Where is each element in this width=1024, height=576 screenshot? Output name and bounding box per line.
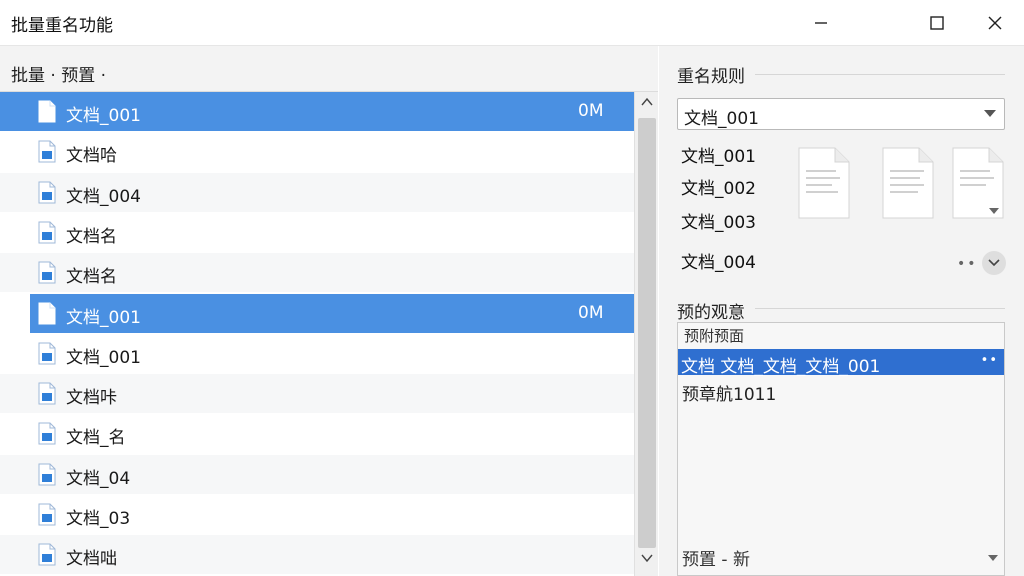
- file-list[interactable]: 文档_001 0M 文档哈 文档_004 文档名 文档名 文档_001 0M 文档_001 文档咔…: [0, 92, 634, 576]
- rule-section-divider: [755, 74, 1005, 75]
- file-name: 文档_名: [66, 428, 126, 448]
- file-icon: [38, 302, 56, 325]
- file-name: 文档_001: [66, 348, 141, 368]
- chevron-down-icon: [988, 259, 1000, 267]
- file-list-header: 批量 · 预置 ·: [0, 46, 658, 92]
- file-name: 文档名: [66, 227, 117, 247]
- sample-name-4: 文档_004: [681, 253, 756, 273]
- file-name: 文档咄: [66, 549, 117, 569]
- document-thumbnail-icon[interactable]: [881, 146, 935, 220]
- file-row[interactable]: 文档_004: [0, 173, 634, 212]
- preview-section-title: 预的观意: [677, 303, 745, 323]
- file-name: 文档_04: [66, 469, 131, 489]
- file-row[interactable]: 文档名: [0, 213, 634, 252]
- file-row[interactable]: 文档名: [0, 253, 634, 292]
- chevron-down-icon: [984, 110, 996, 117]
- file-name: 文档名: [66, 267, 117, 287]
- rename-settings-panel: 重名规则 文档_001 文档_001 文档_002 文档_003 文档_004 …: [659, 46, 1024, 576]
- rule-combo-value: 文档_001: [684, 109, 759, 129]
- file-list-header-label: 批量 · 预置 ·: [11, 66, 107, 86]
- more-dots: ••: [957, 256, 978, 272]
- file-row[interactable]: 文档_04: [0, 455, 634, 494]
- file-icon: [38, 261, 56, 284]
- file-icon: [38, 221, 56, 244]
- document-thumbnail-icon[interactable]: [951, 146, 1005, 220]
- file-icon: [38, 181, 56, 204]
- minimize-button[interactable]: [792, 0, 850, 46]
- preview-item[interactable]: 预章航1011: [682, 380, 776, 405]
- rule-combo[interactable]: 文档_001: [677, 98, 1005, 130]
- document-thumbnail-icon[interactable]: [797, 146, 851, 220]
- file-row[interactable]: 文档_名: [0, 414, 634, 453]
- scroll-thumb[interactable]: [638, 118, 656, 548]
- preview-selected-text: 文档 文档_文档_文档_001: [681, 357, 881, 377]
- close-icon: [988, 16, 1002, 30]
- sample-name-2: 文档_002: [681, 179, 756, 199]
- preview-section-divider: [755, 308, 1005, 309]
- file-icon: [38, 503, 56, 526]
- preview-selected-dots: ••: [980, 353, 998, 368]
- file-name: 文档_001: [66, 308, 141, 328]
- maximize-icon: [930, 16, 944, 30]
- file-icon: [38, 382, 56, 405]
- scroll-down-icon[interactable]: [639, 552, 655, 568]
- file-row[interactable]: 文档哈: [0, 132, 634, 171]
- file-name: 文档咔: [66, 388, 117, 408]
- preview-selected-item[interactable]: 文档 文档_文档_文档_001 ••: [678, 349, 1004, 377]
- file-size: 0M: [578, 303, 604, 323]
- maximize-button[interactable]: [908, 0, 966, 46]
- file-size: 0M: [578, 101, 604, 121]
- file-name: 文档_001: [66, 106, 141, 126]
- preview-footer-label: 预置 - 新: [682, 550, 750, 570]
- file-row[interactable]: 文档咄: [0, 535, 634, 574]
- title-bar: 批量重名功能: [0, 0, 1024, 46]
- close-button[interactable]: [966, 0, 1024, 46]
- scroll-up-icon[interactable]: [639, 96, 655, 112]
- file-row[interactable]: 文档_001 0M: [0, 92, 634, 131]
- file-icon: [38, 140, 56, 163]
- preview-box-label: 预附预面: [684, 327, 745, 345]
- window-title: 批量重名功能: [11, 16, 113, 36]
- file-name: 文档哈: [66, 146, 117, 166]
- file-icon: [38, 463, 56, 486]
- file-row[interactable]: 文档咔: [0, 374, 634, 413]
- expand-button[interactable]: [982, 251, 1006, 275]
- sample-name-1: 文档_001: [681, 147, 756, 167]
- minimize-icon: [815, 22, 827, 24]
- rule-section-title: 重名规则: [677, 67, 745, 87]
- file-row[interactable]: 文档_001 0M: [30, 294, 634, 333]
- file-name: 文档_004: [66, 187, 141, 207]
- preview-list[interactable]: 预附预面 文档 文档_文档_文档_001 •• 预章航1011 预置 - 新: [677, 322, 1005, 576]
- file-name: 文档_03: [66, 509, 131, 529]
- file-list-panel: 批量 · 预置 · 文档_001 0M 文档哈 文档_004 文档名 文档名 文档_001 0…: [0, 46, 658, 576]
- caret-down-icon[interactable]: [988, 555, 998, 561]
- file-icon: [38, 342, 56, 365]
- file-icon: [38, 100, 56, 123]
- file-row[interactable]: 文档_001: [0, 334, 634, 373]
- file-row[interactable]: 文档_03: [0, 495, 634, 534]
- file-list-scrollbar[interactable]: [634, 92, 658, 576]
- file-icon: [38, 543, 56, 566]
- sample-name-3: 文档_003: [681, 213, 756, 233]
- file-icon: [38, 422, 56, 445]
